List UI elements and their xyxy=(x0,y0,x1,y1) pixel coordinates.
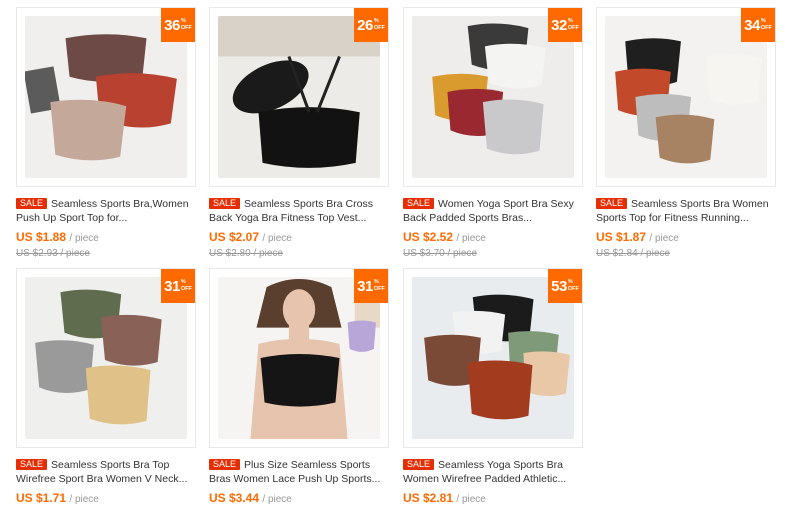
product-title[interactable]: SALE Seamless Sports Bra Women Sports Top… xyxy=(596,198,776,225)
original-price: US $2.93 / piece xyxy=(16,248,90,259)
discount-badge: 32 % OFF xyxy=(548,8,582,42)
sale-badge: SALE xyxy=(403,459,435,470)
original-price: US $2.80 / piece xyxy=(209,248,283,259)
discount-badge: 26 % OFF xyxy=(354,8,388,42)
product-title[interactable]: SALE Seamless Yoga Sports Bra Women Wiref… xyxy=(403,459,583,486)
product-image-link[interactable]: 26 % OFF xyxy=(209,7,389,187)
product-image-link[interactable]: 32 % OFF xyxy=(403,7,583,187)
product-title[interactable]: SALE Plus Size Seamless Sports Bras Women… xyxy=(209,459,389,486)
product-card[interactable]: 53 % OFF SALE Seamless Yoga Sports Bra Wom… xyxy=(403,268,583,507)
product-image-link[interactable]: 36 % OFF xyxy=(16,7,196,187)
product-title[interactable]: SALE Seamless Sports Bra Cross Back Yoga … xyxy=(209,198,389,225)
product-price: US $2.52 / piece xyxy=(403,230,486,244)
product-image-link[interactable]: 53 % OFF xyxy=(403,268,583,448)
product-price: US $1.88 / piece xyxy=(16,230,99,244)
product-card[interactable]: 32 % OFF SALE Women Yoga Sport Bra Sexy Ba… xyxy=(403,7,583,260)
discount-badge: 34 % OFF xyxy=(741,8,775,42)
sale-badge: SALE xyxy=(403,198,435,209)
discount-badge: 31 % OFF xyxy=(161,269,195,303)
original-price: US $2.84 / piece xyxy=(596,248,670,259)
product-image-link[interactable]: 34 % OFF xyxy=(596,7,776,187)
product-title[interactable]: SALE Women Yoga Sport Bra Sexy Back Padde… xyxy=(403,198,583,225)
sale-badge: SALE xyxy=(209,459,241,470)
sale-badge: SALE xyxy=(209,198,241,209)
product-price: US $2.07 / piece xyxy=(209,230,292,244)
product-card[interactable]: 34 % OFF SALE Seamless Sports Bra Women Sp… xyxy=(596,7,776,260)
product-price: US $2.81 / piece xyxy=(403,491,486,505)
discount-badge: 36 % OFF xyxy=(161,8,195,42)
discount-badge: 31 % OFF xyxy=(354,269,388,303)
product-card[interactable]: 31 % OFF SALE Seamless Sports Bra Top Wire… xyxy=(16,268,196,507)
sale-badge: SALE xyxy=(16,198,48,209)
original-price: US $3.70 / piece xyxy=(403,248,477,259)
product-title[interactable]: SALE Seamless Sports Bra,Women Push Up Sp… xyxy=(16,198,196,225)
product-price: US $1.71 / piece xyxy=(16,491,99,505)
product-image-link[interactable]: 31 % OFF xyxy=(16,268,196,448)
product-price: US $1.87 / piece xyxy=(596,230,679,244)
product-card[interactable]: 31 % OFF SALE Plus Size Seamless Sports Br… xyxy=(209,268,389,507)
product-card[interactable]: 36 % OFF SALE Seamless Sports Bra,Women Pu… xyxy=(16,7,196,260)
discount-badge: 53 % OFF xyxy=(548,269,582,303)
sale-badge: SALE xyxy=(16,459,48,470)
product-title[interactable]: SALE Seamless Sports Bra Top Wirefree Spo… xyxy=(16,459,196,486)
sale-badge: SALE xyxy=(596,198,628,209)
product-price: US $3.44 / piece xyxy=(209,491,292,505)
product-image-link[interactable]: 31 % OFF xyxy=(209,268,389,448)
product-card[interactable]: 26 % OFF SALE Seamless Sports Bra Cross Ba… xyxy=(209,7,389,260)
